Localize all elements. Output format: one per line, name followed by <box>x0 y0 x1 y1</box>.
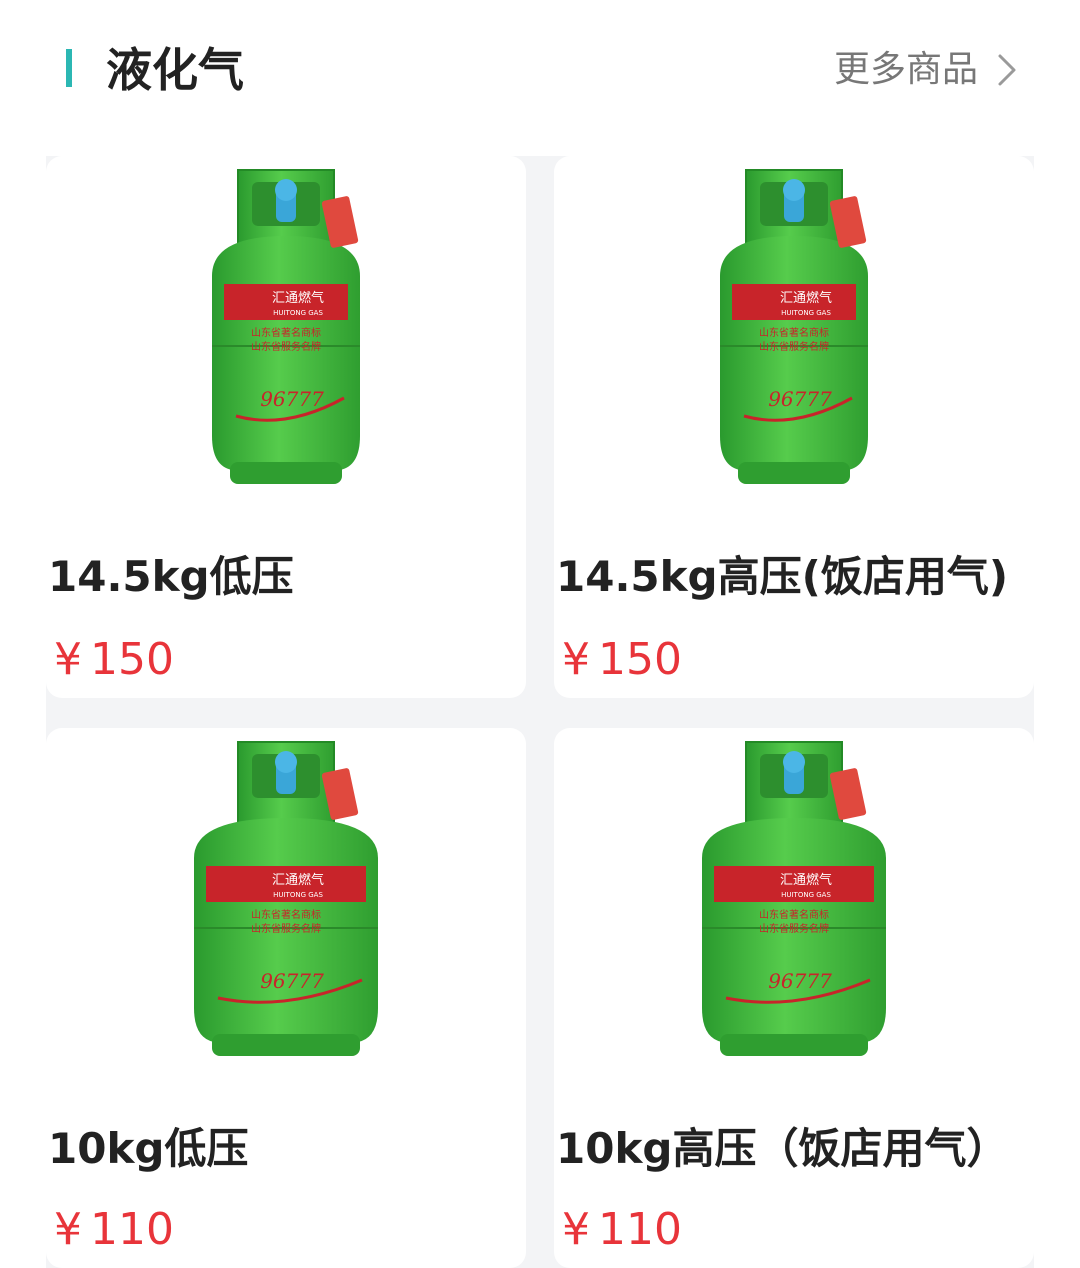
price-value: 110 <box>598 1204 682 1255</box>
product-card[interactable]: 汇通燃气 HUITONG GAS 山东省著名商标 山东省服务名牌 96777 14.5k… <box>554 156 1034 698</box>
cylinder-base <box>720 1034 868 1056</box>
award-line-1: 山东省著名商标 <box>759 326 829 339</box>
product-card[interactable]: 汇通燃气 HUITONG GAS 山东省著名商标 山东省服务名牌 96777 10kg低… <box>46 728 526 1268</box>
cylinder-body <box>720 236 868 470</box>
brand-name-text: 汇通燃气 <box>780 872 832 888</box>
currency-symbol: ¥ <box>54 1204 82 1255</box>
brand-name-text: 汇通燃气 <box>272 872 324 888</box>
chevron-right-icon <box>996 44 1026 96</box>
award-line-2: 山东省服务名牌 <box>251 922 321 935</box>
cylinder-body <box>212 236 360 470</box>
phone-number-text: 96777 <box>768 387 832 411</box>
more-products-link[interactable]: 更多商品 <box>834 44 1026 96</box>
phone-number-text: 96777 <box>260 387 324 411</box>
product-name: 10kg低压 <box>48 1124 249 1173</box>
brand-en-text: HUITONG GAS <box>273 309 323 317</box>
product-name: 14.5kg高压(饭店用气) <box>556 552 1009 601</box>
brand-name-text: 汇通燃气 <box>780 290 832 306</box>
award-line-2: 山东省服务名牌 <box>759 922 829 935</box>
award-line-1: 山东省著名商标 <box>251 908 321 921</box>
price-value: 150 <box>598 634 682 685</box>
product-price: ¥150 <box>562 632 682 688</box>
product-card[interactable]: 汇通燃气 HUITONG GAS 山东省著名商标 山东省服务名牌 96777 10kg高… <box>554 728 1034 1268</box>
product-image: 汇通燃气 HUITONG GAS 山东省著名商标 山东省服务名牌 96777 <box>554 156 1034 516</box>
currency-symbol: ¥ <box>562 1204 590 1255</box>
award-line-2: 山东省服务名牌 <box>759 340 829 353</box>
price-value: 150 <box>90 634 174 685</box>
award-line-2: 山东省服务名牌 <box>251 340 321 353</box>
product-image: 汇通燃气 HUITONG GAS 山东省著名商标 山东省服务名牌 96777 <box>46 156 526 516</box>
phone-number-text: 96777 <box>260 969 324 993</box>
product-price: ¥110 <box>562 1202 682 1258</box>
brand-en-text: HUITONG GAS <box>273 891 323 899</box>
brand-en-text: HUITONG GAS <box>781 309 831 317</box>
phone-number-text: 96777 <box>768 969 832 993</box>
cylinder-base <box>230 462 342 484</box>
product-name: 10kg高压（饭店用气） <box>556 1124 1009 1173</box>
product-price: ¥110 <box>54 1202 174 1258</box>
cylinder-base <box>738 462 850 484</box>
brand-en-text: HUITONG GAS <box>781 891 831 899</box>
section-accent-bar <box>66 49 72 87</box>
award-line-1: 山东省著名商标 <box>759 908 829 921</box>
more-products-label: 更多商品 <box>833 49 978 90</box>
cylinder-base <box>212 1034 360 1056</box>
price-value: 110 <box>90 1204 174 1255</box>
currency-symbol: ¥ <box>54 634 82 685</box>
product-name: 14.5kg低压 <box>48 552 294 601</box>
product-image: 汇通燃气 HUITONG GAS 山东省著名商标 山东省服务名牌 96777 <box>554 728 1034 1088</box>
brand-name-text: 汇通燃气 <box>272 290 324 306</box>
currency-symbol: ¥ <box>562 634 590 685</box>
award-line-1: 山东省著名商标 <box>251 326 321 339</box>
product-price: ¥150 <box>54 632 174 688</box>
section-title: 液化气 <box>106 43 244 97</box>
product-card[interactable]: 汇通燃气 HUITONG GAS 山东省著名商标 山东省服务名牌 96777 14.5k… <box>46 156 526 698</box>
section-header: 液化气 更多商品 <box>0 0 1080 140</box>
product-image: 汇通燃气 HUITONG GAS 山东省著名商标 山东省服务名牌 96777 <box>46 728 526 1088</box>
